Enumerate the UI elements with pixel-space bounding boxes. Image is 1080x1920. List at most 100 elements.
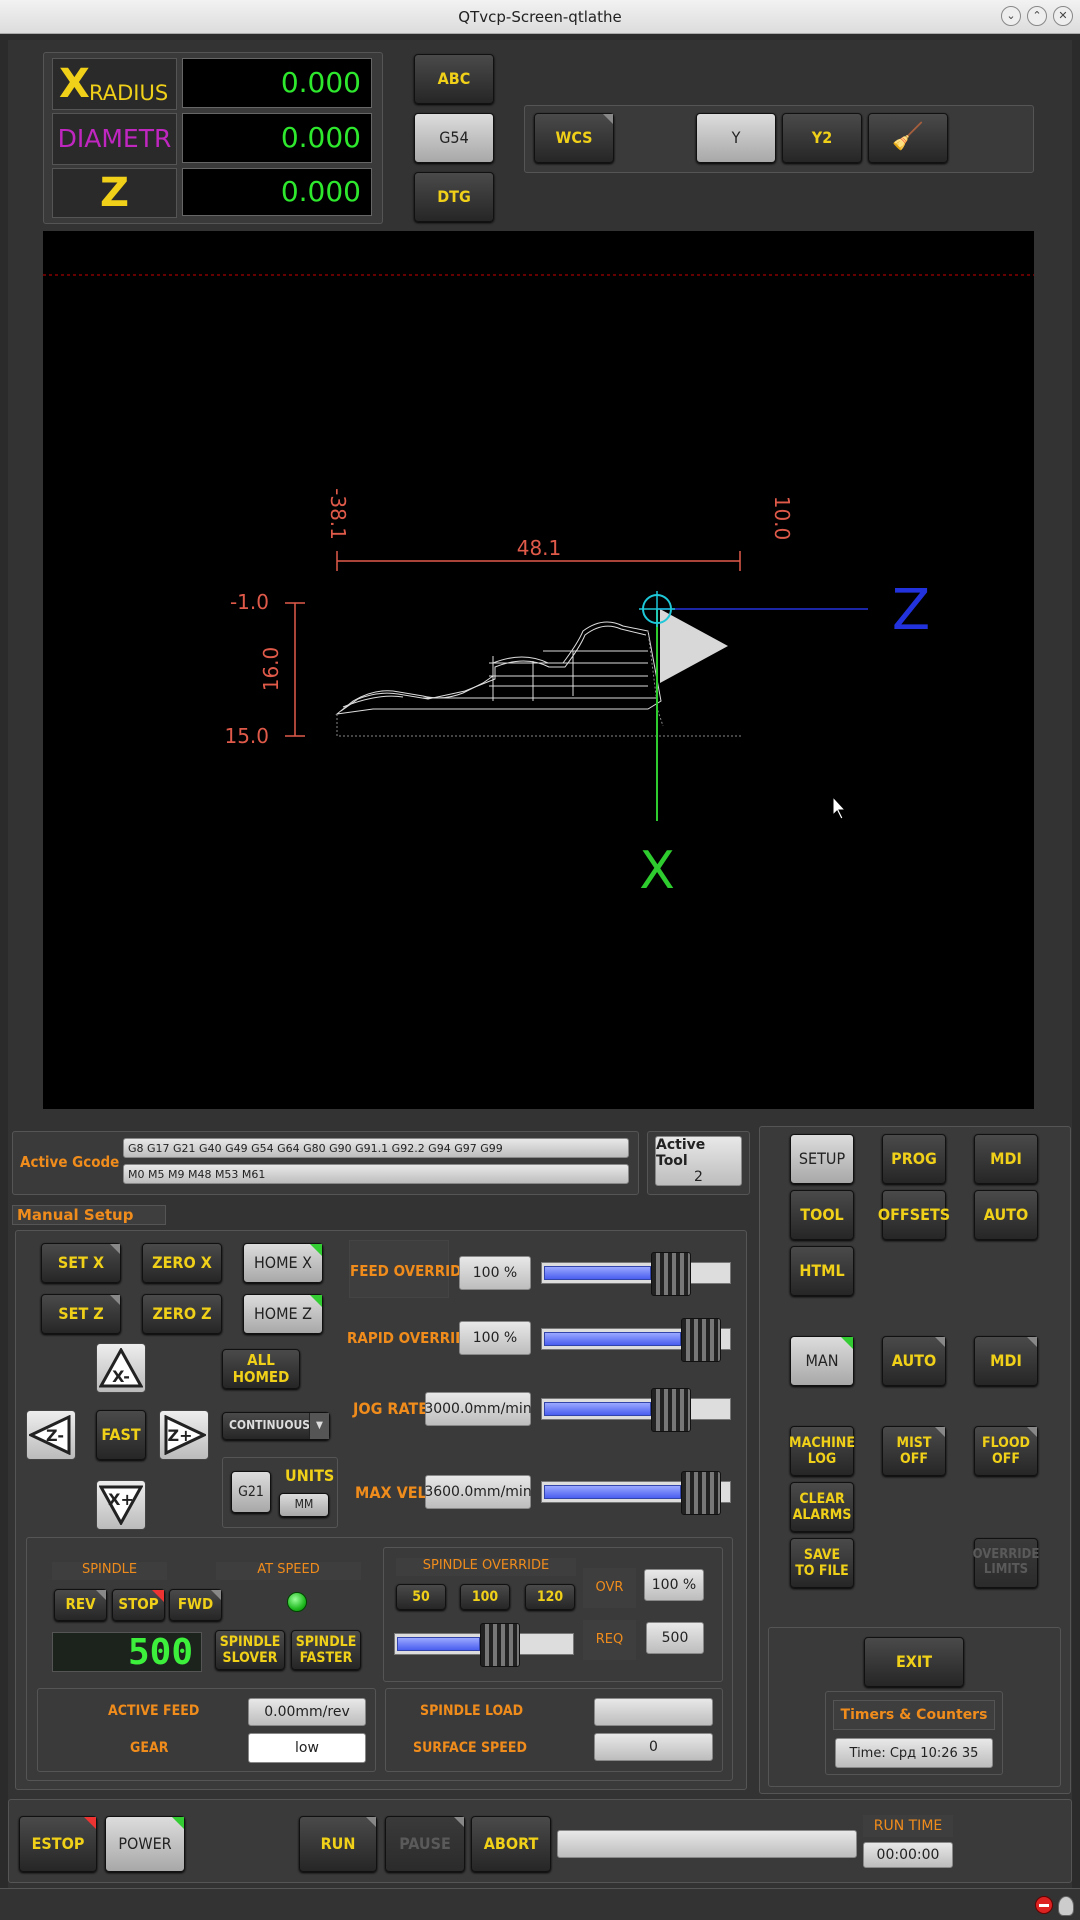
svg-text:X+: X+: [108, 1490, 134, 1509]
jog-z-plus-button[interactable]: Z+: [159, 1410, 209, 1460]
machine-log-button[interactable]: MACHINE LOG: [789, 1426, 855, 1476]
max-vel-slider[interactable]: [541, 1471, 731, 1515]
prog-tab-button[interactable]: PROG: [882, 1134, 946, 1184]
spindle-preset-100-button[interactable]: 100: [460, 1584, 510, 1610]
jog-z-minus-button[interactable]: Z-: [26, 1410, 76, 1460]
close-icon[interactable]: ✕: [1053, 6, 1073, 26]
gear-value: low: [248, 1733, 366, 1763]
g21-button[interactable]: G21: [231, 1471, 271, 1513]
jog-z-plus-icon: Z+: [164, 1415, 206, 1455]
active-tool-label: Active Tool: [656, 1137, 706, 1169]
estop-button[interactable]: ESTOP: [19, 1816, 97, 1872]
override-limits-button[interactable]: OVERRIDE LIMITS: [973, 1538, 1039, 1588]
mode-auto-button[interactable]: AUTO: [882, 1336, 946, 1386]
dim-x-top-label: -1.0: [230, 590, 269, 614]
dtg-button[interactable]: DTG: [414, 172, 494, 222]
mode-man-button[interactable]: MAN: [790, 1336, 854, 1386]
feed-override-slider[interactable]: [541, 1252, 731, 1296]
spindle-override-label: SPINDLE OVERRIDE: [396, 1558, 576, 1576]
spindle-preset-120-button[interactable]: 120: [525, 1584, 575, 1610]
gcode-graphics-view[interactable]: 48.1 -1.0 15.0 16.0 -38.1 10.0 Z X: [43, 231, 1034, 1109]
run-time-value: 00:00:00: [863, 1842, 953, 1868]
abc-button[interactable]: ABC: [414, 54, 494, 104]
rapid-override-value: 100 %: [459, 1321, 531, 1355]
mouse-cursor-icon: [832, 795, 847, 820]
offsets-tab-button[interactable]: OFFSETS: [878, 1190, 950, 1240]
rapid-override-label: RAPID OVERRIDE: [347, 1329, 476, 1347]
mist-off-button[interactable]: MIST OFF: [882, 1426, 946, 1476]
minimize-icon[interactable]: ⌄: [1001, 6, 1021, 26]
active-gcode-label: Active Gcode: [20, 1153, 120, 1171]
html-tab-button[interactable]: HTML: [790, 1246, 854, 1296]
x-axis-indicator: X: [639, 841, 675, 901]
svg-text:Z+: Z+: [167, 1426, 192, 1445]
exit-button[interactable]: EXIT: [864, 1637, 964, 1687]
active-g-codes: G8 G17 G21 G40 G49 G54 G64 G80 G90 G91.1…: [123, 1138, 629, 1158]
gear-label: GEAR: [130, 1740, 169, 1756]
toolpath-preview: 48.1 -1.0 15.0 16.0 -38.1 10.0 Z X: [43, 274, 1034, 901]
window-title: QTvcp-Screen-qtlathe: [458, 8, 622, 26]
x-dro-value: 0.000: [182, 58, 372, 108]
active-feed-value: 0.00mm/rev: [248, 1698, 366, 1726]
pause-button[interactable]: PAUSE: [385, 1816, 465, 1872]
run-button[interactable]: RUN: [299, 1816, 377, 1872]
dim-x-bottom-label: 15.0: [224, 724, 269, 748]
flood-off-button[interactable]: FLOOD OFF: [974, 1426, 1038, 1476]
time-display: Time: Срд 10:26 35: [835, 1738, 993, 1768]
max-vel-value: 3600.0mm/min: [424, 1475, 532, 1509]
zero-z-button[interactable]: ZERO Z: [142, 1294, 222, 1334]
home-z-button[interactable]: HOME Z: [243, 1294, 323, 1334]
spindle-preset-50-button[interactable]: 50: [396, 1584, 446, 1610]
program-progress-bar: [557, 1830, 857, 1858]
spindle-load-bar: [594, 1698, 713, 1726]
all-homed-button[interactable]: ALL HOMED: [222, 1349, 300, 1389]
jog-z-minus-icon: Z-: [29, 1415, 71, 1455]
setup-tab-button[interactable]: SETUP: [790, 1134, 854, 1184]
set-z-button[interactable]: SET Z: [41, 1294, 121, 1334]
spindle-override-slider[interactable]: [394, 1623, 574, 1667]
run-time-label: RUN TIME: [863, 1815, 953, 1837]
set-x-button[interactable]: SET X: [41, 1243, 121, 1283]
power-button[interactable]: POWER: [105, 1816, 185, 1872]
save-to-file-button[interactable]: SAVE TO FILE: [790, 1538, 854, 1588]
jog-increment-select[interactable]: CONTINUOUS ▼: [222, 1412, 330, 1440]
clear-plot-button[interactable]: 🧹: [868, 113, 948, 163]
clear-alarms-button[interactable]: CLEAR ALARMS: [790, 1482, 854, 1532]
zero-x-button[interactable]: ZERO X: [142, 1243, 222, 1283]
view-y2-button[interactable]: Y2: [782, 113, 862, 163]
mm-button[interactable]: MM: [279, 1493, 329, 1517]
ovr-label: OVR: [583, 1568, 636, 1608]
home-x-button[interactable]: HOME X: [243, 1243, 323, 1283]
x-axis-label: X RADIUS: [52, 58, 177, 110]
radius-label: RADIUS: [89, 81, 169, 105]
spindle-rev-button[interactable]: REV: [54, 1589, 107, 1621]
active-tool-display: Active Tool 2: [655, 1136, 742, 1186]
x-letter: X: [59, 61, 90, 107]
spindle-load-label: SPINDLE LOAD: [420, 1703, 524, 1719]
z-axis-label: Z: [52, 168, 177, 218]
view-y-button[interactable]: Y: [696, 113, 776, 163]
jog-increment-value: CONTINUOUS: [229, 1418, 311, 1433]
spindle-faster-button[interactable]: SPINDLE FASTER: [291, 1630, 361, 1670]
jog-rate-slider[interactable]: [541, 1388, 731, 1432]
spindle-stop-button[interactable]: STOP: [112, 1589, 165, 1621]
mdi-tab-button[interactable]: MDI: [974, 1134, 1038, 1184]
abort-button[interactable]: ABORT: [471, 1816, 551, 1872]
auto-tab-button[interactable]: AUTO: [974, 1190, 1038, 1240]
spindle-fwd-button[interactable]: FWD: [169, 1589, 222, 1621]
wcs-button[interactable]: WCS: [534, 113, 614, 163]
jog-x-plus-button[interactable]: X+: [96, 1480, 146, 1530]
g54-button[interactable]: G54: [414, 113, 494, 163]
fast-jog-button[interactable]: FAST: [96, 1410, 146, 1460]
svg-text:X-: X-: [112, 1367, 130, 1386]
spindle-label: SPINDLE: [52, 1562, 167, 1580]
tool-tab-button[interactable]: TOOL: [790, 1190, 854, 1240]
surface-speed-label: SURFACE SPEED: [413, 1740, 527, 1756]
jog-rate-value: 3000.0mm/min: [424, 1392, 532, 1426]
maximize-icon[interactable]: ⌃: [1027, 6, 1047, 26]
mode-mdi-button[interactable]: MDI: [974, 1336, 1038, 1386]
jog-x-minus-button[interactable]: X-: [96, 1343, 146, 1393]
rapid-override-slider[interactable]: [541, 1318, 731, 1362]
spindle-slower-button[interactable]: SPINDLE SLOVER: [215, 1630, 285, 1670]
surface-speed-value: 0: [594, 1733, 713, 1761]
